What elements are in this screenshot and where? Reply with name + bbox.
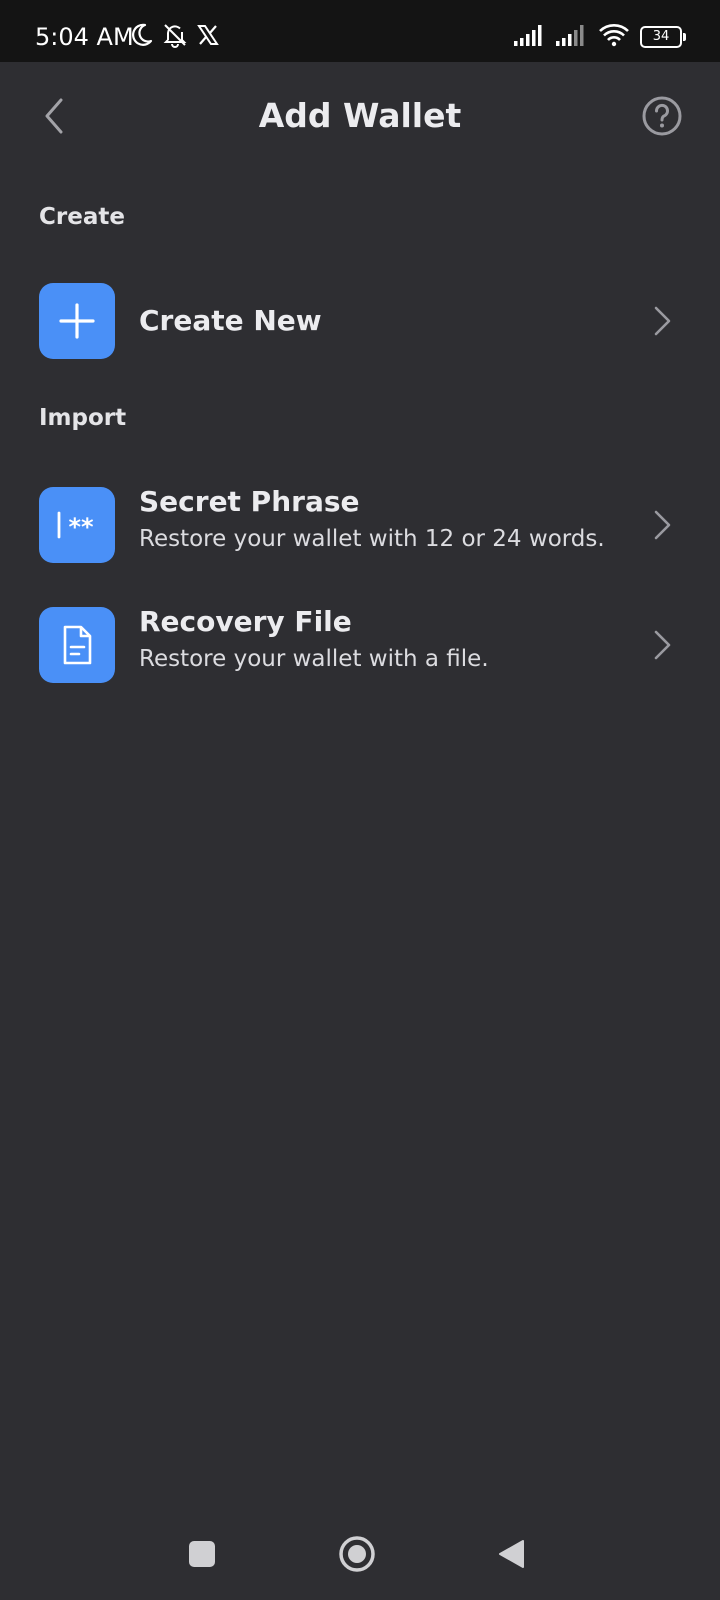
secret-phrase-label: Secret Phrase [139,485,360,518]
status-icons-right: 34 [514,22,686,52]
signal-icon [556,24,588,50]
x-logo-icon [196,23,220,51]
chevron-right-icon [650,303,674,339]
bell-off-icon [162,22,188,52]
header: Add Wallet [0,62,720,172]
back-icon [497,1538,527,1574]
wifi-icon [598,23,630,51]
create-new-row[interactable]: Create New [0,273,720,369]
recovery-file-label: Recovery File [139,605,352,638]
recents-button[interactable] [174,1528,230,1584]
secret-phrase-row[interactable]: ** Secret Phrase Restore your wallet wit… [0,477,720,573]
moon-icon [130,22,154,52]
chevron-right-icon [650,627,674,663]
chevron-right-icon [650,507,674,543]
page-title: Add Wallet [258,96,462,135]
plus-icon [39,283,115,359]
recents-icon [188,1540,216,1572]
nav-back-button[interactable] [484,1528,540,1584]
svg-text:**: ** [68,513,94,541]
battery-icon: 34 [640,26,686,48]
status-icons-left [130,22,220,52]
create-new-label: Create New [139,304,322,337]
signal-icon [514,24,546,50]
secret-phrase-subtitle: Restore your wallet with 12 or 24 words. [139,526,605,552]
secret-phrase-icon: ** [39,487,115,563]
recovery-file-subtitle: Restore your wallet with a file. [139,646,489,672]
recovery-file-row[interactable]: Recovery File Restore your wallet with a… [0,597,720,693]
status-time: 5:04 AM [35,23,134,51]
help-button[interactable] [634,90,690,146]
help-circle-icon [641,95,683,141]
section-title-create: Create [39,204,125,230]
home-button[interactable] [329,1528,385,1584]
status-bar: 5:04 AM 34 [0,0,720,62]
file-icon [39,607,115,683]
home-icon [337,1534,377,1578]
system-nav-bar [0,1500,720,1600]
section-title-import: Import [39,405,127,431]
